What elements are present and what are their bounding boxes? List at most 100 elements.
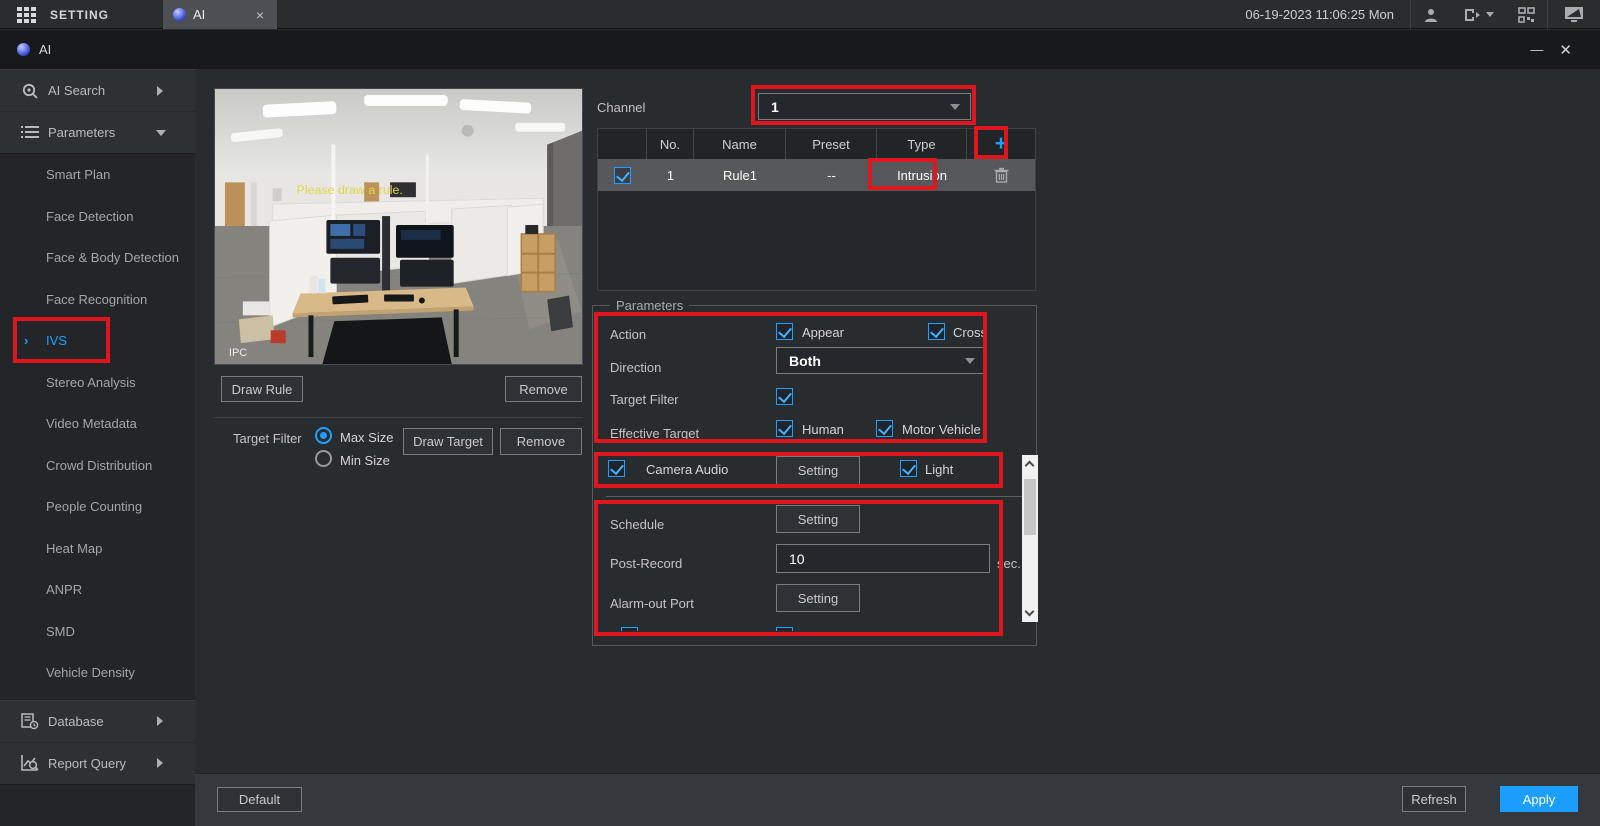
sidebar-item-vehicle-density[interactable]: Vehicle Density <box>0 652 195 694</box>
post-record-label: Post-Record <box>610 556 683 571</box>
sidebar-item-label: Vehicle Density <box>46 665 135 681</box>
cross-label[interactable]: Cross <box>953 325 987 340</box>
rule-name: Rule1 <box>723 167 757 183</box>
sidebar-item-parameters[interactable]: Parameters <box>0 112 195 153</box>
add-rule-button[interactable]: + <box>967 129 1035 159</box>
sidebar-item-crowd-distribution[interactable]: Crowd Distribution <box>0 445 195 487</box>
sidebar-item-label: Crowd Distribution <box>46 457 153 473</box>
col-header-type: Type <box>877 129 967 159</box>
col-header-no: No. <box>647 129 694 159</box>
datetime-display: 06-19-2023 11:06:25 Mon <box>1245 7 1394 22</box>
sidebar-item-database[interactable]: Database <box>0 701 195 742</box>
human-label[interactable]: Human <box>802 422 844 437</box>
sidebar-item-smart-plan[interactable]: Smart Plan <box>0 154 195 196</box>
refresh-button[interactable]: Refresh <box>1402 786 1466 812</box>
rule-table-row[interactable]: 1 Rule1 -- Intrusion <box>598 159 1035 191</box>
sidebar-item-heat-map[interactable]: Heat Map <box>0 528 195 570</box>
direction-dropdown[interactable]: Both <box>776 347 986 374</box>
camera-preview[interactable]: Please draw a rule. IPC <box>214 88 583 365</box>
apply-button[interactable]: Apply <box>1500 786 1578 812</box>
separator <box>1410 0 1411 29</box>
window-close-icon[interactable]: ✕ <box>1559 41 1572 59</box>
draw-rule-button[interactable]: Draw Rule <box>221 376 303 402</box>
camera-audio-checkbox[interactable] <box>608 460 625 477</box>
logout-caret-icon <box>1486 12 1494 17</box>
delete-rule-button[interactable] <box>967 159 1035 191</box>
draw-target-button[interactable]: Draw Target <box>403 428 493 455</box>
default-button[interactable]: Default <box>217 787 302 812</box>
ai-search-icon <box>20 82 40 100</box>
database-icon <box>20 712 40 730</box>
sidebar-top-section: AI Search Parameters <box>0 69 195 154</box>
scroll-up-icon[interactable] <box>1024 460 1035 471</box>
scroll-down-icon[interactable] <box>1024 606 1035 617</box>
sidebar-item-face-detection[interactable]: Face Detection <box>0 196 195 238</box>
sidebar-item-label: IVS <box>46 333 67 349</box>
cross-checkbox[interactable] <box>928 323 945 340</box>
draw-rule-hint-text: Please draw a rule. <box>297 183 403 197</box>
tab-close-icon[interactable]: × <box>253 7 267 23</box>
tab-ai[interactable]: AI × <box>163 0 277 29</box>
rule-no: 1 <box>666 167 675 183</box>
sidebar-item-label: Smart Plan <box>46 167 111 183</box>
display-output-icon[interactable] <box>1564 6 1584 23</box>
window-title: AI <box>39 42 52 57</box>
motor-vehicle-label[interactable]: Motor Vehicle <box>902 422 981 437</box>
camera-audio-label[interactable]: Camera Audio <box>646 462 728 477</box>
appear-checkbox[interactable] <box>776 323 793 340</box>
sidebar-item-video-metadata[interactable]: Video Metadata <box>0 403 195 445</box>
rule-checkbox[interactable] <box>614 166 631 184</box>
setting-menu-label[interactable]: SETTING <box>50 8 109 22</box>
chevron-down-icon <box>965 357 975 364</box>
appear-label[interactable]: Appear <box>802 325 844 340</box>
office-camera-frame: Please draw a rule. IPC <box>215 89 582 364</box>
user-icon[interactable] <box>1423 7 1439 23</box>
schedule-label: Schedule <box>610 517 665 532</box>
scrollbar-thumb[interactable] <box>1024 479 1036 535</box>
chevron-right-icon <box>157 758 163 768</box>
top-menu-bar: SETTING AI × 06-19-2023 11:06:25 Mon <box>0 0 1600 29</box>
divider <box>606 496 1032 497</box>
light-checkbox[interactable] <box>900 460 917 477</box>
sidebar-item-face-body-detection[interactable]: Face & Body Detection <box>0 237 195 279</box>
schedule-setting-button[interactable]: Setting <box>776 505 860 533</box>
parameters-scrollbar[interactable] <box>1022 455 1038 622</box>
minimize-icon[interactable]: — <box>1530 42 1543 57</box>
topbar-status-cluster: 06-19-2023 11:06:25 Mon <box>1245 0 1600 29</box>
sidebar-item-people-counting[interactable]: People Counting <box>0 486 195 528</box>
sidebar-item-anpr[interactable]: ANPR <box>0 569 195 611</box>
tab-ai-label: AI <box>193 7 206 22</box>
main-menu-grid-icon[interactable] <box>17 7 36 23</box>
target-filter-checkbox[interactable] <box>776 388 793 405</box>
max-size-label[interactable]: Max Size <box>340 430 393 445</box>
remove-target-button[interactable]: Remove <box>500 428 582 455</box>
sidebar-item-smd[interactable]: SMD <box>0 611 195 653</box>
ai-orb-icon <box>173 8 186 21</box>
motor-vehicle-checkbox[interactable] <box>876 420 893 437</box>
target-filter-label: Target Filter <box>233 431 302 446</box>
col-header-preset: Preset <box>786 129 877 159</box>
min-size-label[interactable]: Min Size <box>340 453 390 468</box>
min-size-radio[interactable] <box>315 450 332 467</box>
channel-dropdown[interactable]: 1 <box>758 93 971 120</box>
divider <box>214 417 583 418</box>
max-size-radio[interactable] <box>315 427 332 444</box>
sidebar-item-stereo-analysis[interactable]: Stereo Analysis <box>0 362 195 404</box>
alarm-out-setting-button[interactable]: Setting <box>776 584 860 612</box>
sidebar-item-label: Video Metadata <box>46 416 137 432</box>
sidebar-item-label: Face & Body Detection <box>46 250 179 266</box>
remove-rule-button[interactable]: Remove <box>505 376 582 402</box>
post-record-input[interactable]: 10 <box>776 544 990 573</box>
light-label[interactable]: Light <box>925 462 953 477</box>
logout-icon[interactable] <box>1463 7 1494 23</box>
parameters-legend: Parameters <box>610 298 690 313</box>
sidebar-item-face-recognition[interactable]: Face Recognition <box>0 279 195 321</box>
sidebar-item-report-query[interactable]: Report Query <box>0 743 195 784</box>
camera-name-overlay: IPC <box>229 347 247 359</box>
sidebar-item-ivs[interactable]: › IVS <box>0 320 195 362</box>
camera-audio-setting-button[interactable]: Setting <box>776 456 860 485</box>
qr-code-icon[interactable] <box>1518 6 1535 23</box>
human-checkbox[interactable] <box>776 420 793 437</box>
sidebar-item-ai-search[interactable]: AI Search <box>0 70 195 111</box>
chevron-right-icon <box>157 716 163 726</box>
